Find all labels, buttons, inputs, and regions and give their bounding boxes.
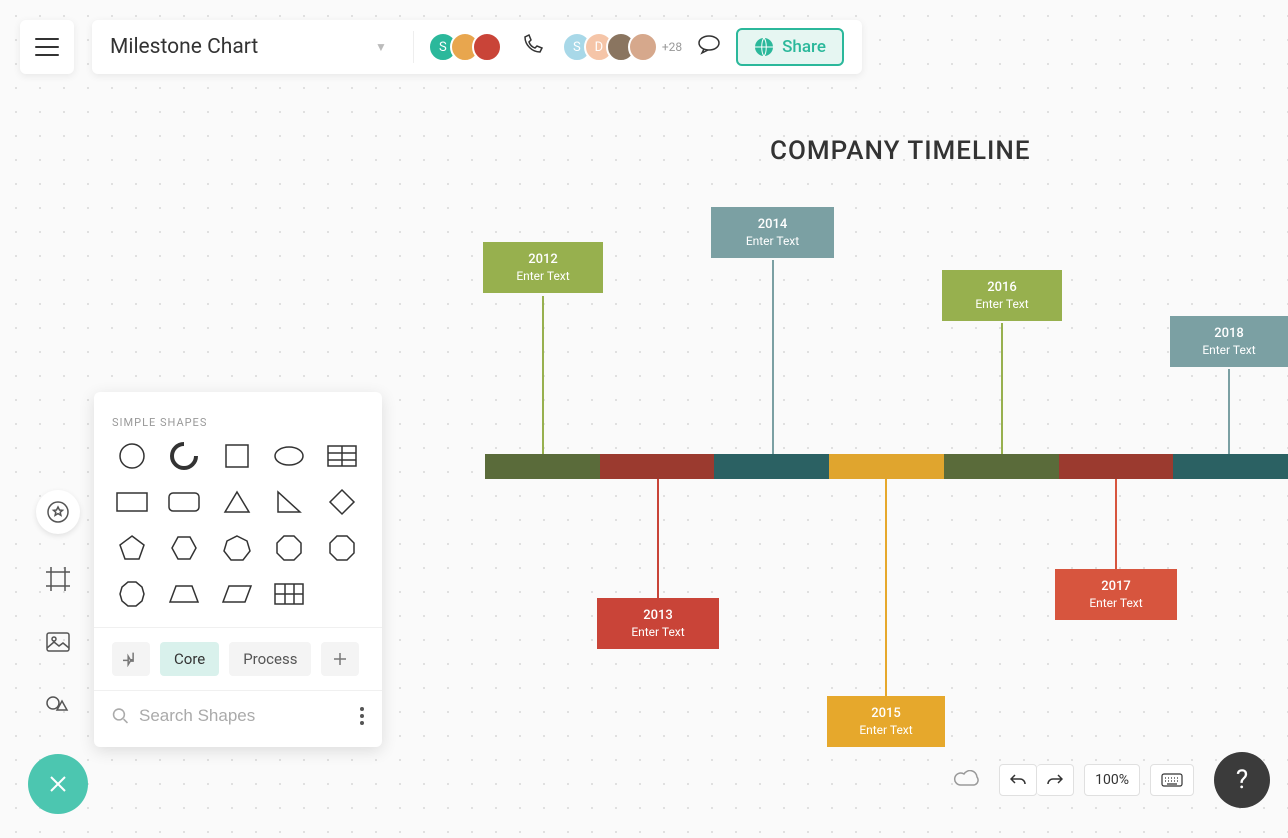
active-collaborators[interactable]: S xyxy=(428,32,502,62)
milestone-year: 2012 xyxy=(491,252,595,267)
shape-table[interactable] xyxy=(322,441,362,471)
milestone-text: Enter Text xyxy=(1063,596,1169,610)
milestone-text: Enter Text xyxy=(835,723,937,737)
globe-icon xyxy=(754,37,774,57)
collaborator-avatar[interactable] xyxy=(472,32,502,62)
left-toolbar xyxy=(28,490,88,814)
zoom-level[interactable]: 100% xyxy=(1084,764,1140,796)
timeline-segment[interactable] xyxy=(1173,454,1288,479)
milestone-connector xyxy=(657,479,659,598)
shape-octagon[interactable] xyxy=(269,533,309,563)
shape-ellipse[interactable] xyxy=(269,441,309,471)
shapes-grid xyxy=(94,441,382,627)
share-label: Share xyxy=(782,37,826,57)
milestone-text: Enter Text xyxy=(950,297,1054,311)
shape-rounded-rect[interactable] xyxy=(164,487,204,517)
timeline-bar[interactable] xyxy=(485,454,1288,479)
main-menu-button[interactable] xyxy=(20,20,74,74)
shape-category-row: Core Process xyxy=(94,627,382,690)
milestone-year: 2013 xyxy=(605,608,711,623)
viewer-avatars[interactable]: SD xyxy=(562,32,658,62)
shapes-search-input[interactable] xyxy=(139,706,360,726)
shape-pentagon[interactable] xyxy=(112,533,152,563)
timeline-segment[interactable] xyxy=(714,454,829,479)
comment-icon[interactable] xyxy=(696,32,722,62)
document-title[interactable]: Milestone Chart xyxy=(110,35,258,59)
milestone-box[interactable]: 2015 Enter Text xyxy=(827,696,945,747)
title-bar: Milestone Chart ▼ S SD +28 Share xyxy=(92,20,862,74)
star-tool[interactable] xyxy=(36,490,80,534)
shapes-search-row xyxy=(94,690,382,747)
milestone-text: Enter Text xyxy=(719,234,826,248)
shapes-panel-header: SIMPLE SHAPES xyxy=(94,392,382,441)
shape-grid[interactable] xyxy=(269,579,309,609)
image-tool[interactable] xyxy=(44,628,72,660)
shape-trapezoid[interactable] xyxy=(164,579,204,609)
milestone-box[interactable]: 2014 Enter Text xyxy=(711,207,834,258)
milestone-year: 2018 xyxy=(1178,326,1280,341)
hamburger-icon xyxy=(35,38,59,56)
call-icon[interactable] xyxy=(520,33,544,61)
milestone-year: 2014 xyxy=(719,217,826,232)
shape-rect[interactable] xyxy=(112,487,152,517)
shape-square[interactable] xyxy=(217,441,257,471)
close-panel-button[interactable] xyxy=(28,754,88,814)
milestone-connector xyxy=(1001,323,1003,454)
milestone-connector xyxy=(1228,369,1230,454)
milestone-box[interactable]: 2016 Enter Text xyxy=(942,270,1062,321)
canvas-title[interactable]: COMPANY TIMELINE xyxy=(770,136,1031,166)
timeline-segment[interactable] xyxy=(1059,454,1174,479)
undo-button[interactable] xyxy=(999,764,1037,796)
shape-heptagon[interactable] xyxy=(217,533,257,563)
shapes-panel: SIMPLE SHAPES Core Process xyxy=(94,392,382,747)
redo-button[interactable] xyxy=(1037,764,1074,796)
pin-category-button[interactable] xyxy=(112,642,150,676)
collaborator-avatar[interactable] xyxy=(628,32,658,62)
timeline-segment[interactable] xyxy=(829,454,944,479)
milestone-text: Enter Text xyxy=(605,625,711,639)
category-core[interactable]: Core xyxy=(160,642,219,676)
category-process[interactable]: Process xyxy=(229,642,311,676)
shape-hexagon[interactable] xyxy=(164,533,204,563)
shapes-more-menu[interactable] xyxy=(360,707,364,725)
milestone-box[interactable]: 2012 Enter Text xyxy=(483,242,603,293)
shape-triangle[interactable] xyxy=(217,487,257,517)
milestone-box[interactable]: 2018 Enter Text xyxy=(1170,316,1288,367)
milestone-connector xyxy=(772,260,774,454)
timeline-segment[interactable] xyxy=(944,454,1059,479)
milestone-year: 2015 xyxy=(835,706,937,721)
more-viewers-count[interactable]: +28 xyxy=(662,40,682,54)
timeline-segment[interactable] xyxy=(485,454,600,479)
frame-tool[interactable] xyxy=(43,564,73,598)
search-icon xyxy=(112,705,129,727)
title-dropdown-icon[interactable]: ▼ xyxy=(375,40,387,54)
add-category-button[interactable] xyxy=(321,642,359,676)
shape-decagon[interactable] xyxy=(112,579,152,609)
shape-parallelogram[interactable] xyxy=(217,579,257,609)
keyboard-shortcuts-button[interactable] xyxy=(1150,764,1194,796)
shape-octagon-alt[interactable] xyxy=(322,533,362,563)
milestone-connector xyxy=(885,479,887,696)
shape-right-triangle[interactable] xyxy=(269,487,309,517)
milestone-connector xyxy=(1115,479,1117,569)
share-button[interactable]: Share xyxy=(736,28,844,66)
milestone-box[interactable]: 2017 Enter Text xyxy=(1055,569,1177,620)
milestone-text: Enter Text xyxy=(491,269,595,283)
milestone-box[interactable]: 2013 Enter Text xyxy=(597,598,719,649)
milestone-connector xyxy=(542,296,544,454)
shape-arc[interactable] xyxy=(164,441,204,471)
milestone-year: 2017 xyxy=(1063,579,1169,594)
milestone-year: 2016 xyxy=(950,280,1054,295)
bottom-status-bar: 100% ? xyxy=(943,752,1270,808)
shape-diamond[interactable] xyxy=(322,487,362,517)
divider xyxy=(413,31,414,63)
help-button[interactable]: ? xyxy=(1214,752,1270,808)
shape-circle[interactable] xyxy=(112,441,152,471)
timeline-segment[interactable] xyxy=(600,454,715,479)
sync-status-icon[interactable] xyxy=(943,764,989,796)
milestone-text: Enter Text xyxy=(1178,343,1280,357)
shapes-tool[interactable] xyxy=(43,690,73,724)
